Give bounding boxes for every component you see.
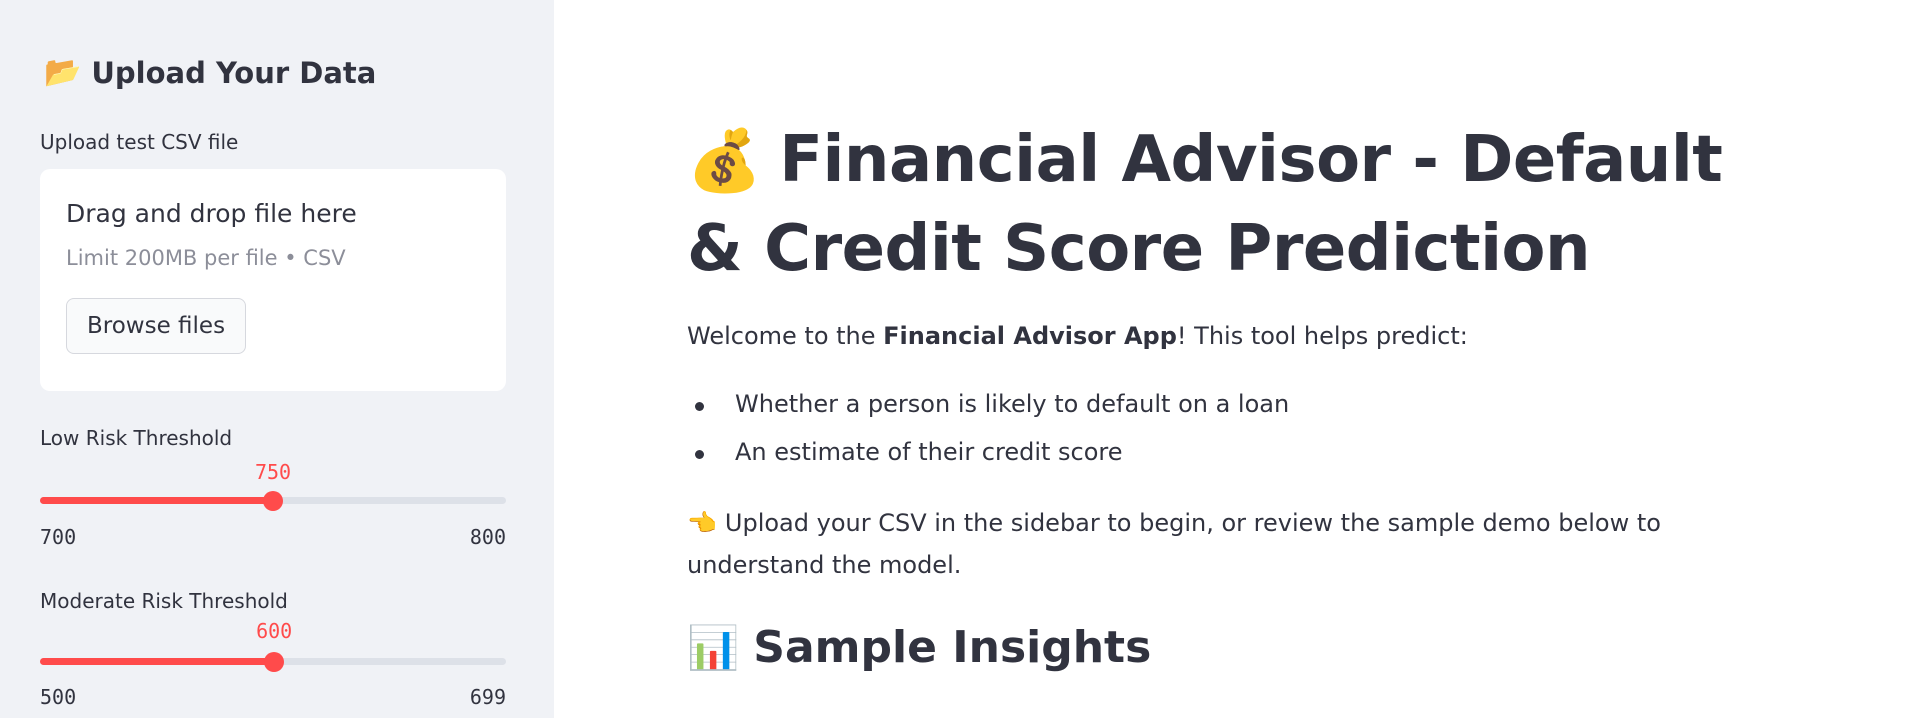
feature-list: Whether a person is likely to default on… — [687, 390, 1289, 486]
page-title-text: Financial Advisor - Default & Credit Sco… — [687, 123, 1723, 286]
list-item: An estimate of their credit score — [687, 438, 1289, 486]
sidebar: 📂 Upload Your Data Upload test CSV file … — [0, 0, 554, 718]
slider-thumb[interactable] — [263, 490, 283, 511]
bar-chart-icon: 📊 — [687, 622, 740, 672]
page-title: 💰 Financial Advisor - Default & Credit Sc… — [687, 116, 1787, 293]
slider-track[interactable] — [40, 651, 506, 672]
section-title: Sample Insights — [753, 622, 1152, 673]
section-header: 📊 Sample Insights — [687, 622, 1151, 673]
app-root: 📂 Upload Your Data Upload test CSV file … — [0, 0, 1918, 718]
slider-fill — [40, 497, 273, 504]
slider-value: 750 — [254, 460, 292, 484]
slider-max-label: 699 — [469, 685, 506, 709]
welcome-suffix: ! This tool helps predict: — [1176, 322, 1468, 350]
list-item: Whether a person is likely to default on… — [687, 390, 1289, 438]
sidebar-header: 📂 Upload Your Data — [44, 56, 376, 90]
welcome-text: Welcome to the Financial Advisor App! Th… — [687, 322, 1468, 350]
instruction-text: 👈 Upload your CSV in the sidebar to begin… — [687, 502, 1767, 586]
slider-fill — [40, 658, 275, 665]
slider-label: Low Risk Threshold — [40, 426, 233, 450]
page-title-block: 💰 Financial Advisor - Default & Credit Sc… — [687, 116, 1787, 293]
slider-min-label: 700 — [40, 525, 77, 549]
slider-label: Moderate Risk Threshold — [40, 589, 288, 613]
welcome-prefix: Welcome to the — [687, 322, 884, 350]
main-content — [554, 0, 1918, 718]
upload-label: Upload test CSV file — [40, 130, 239, 154]
slider-thumb[interactable] — [264, 651, 285, 672]
slider-min-label: 500 — [40, 685, 77, 709]
app-name: Financial Advisor App — [883, 322, 1177, 350]
money-bag-icon: 💰 — [687, 126, 762, 196]
moderate-risk-threshold-slider: Moderate Risk Threshold 600 500 699 — [40, 589, 506, 718]
dropzone-limit-text: Limit 200MB per file • CSV — [66, 246, 346, 270]
low-risk-threshold-slider: Low Risk Threshold 750 700 800 — [40, 426, 506, 556]
slider-value: 600 — [256, 619, 293, 643]
file-dropzone[interactable]: Drag and drop file here Limit 200MB per … — [40, 169, 506, 391]
sidebar-title: Upload Your Data — [91, 56, 377, 90]
slider-max-label: 800 — [469, 525, 506, 549]
slider-track[interactable] — [40, 490, 506, 511]
instruction-body: Upload your CSV in the sidebar to begin,… — [687, 509, 1661, 579]
pointing-hand-icon: 👈 — [687, 509, 717, 537]
browse-files-button[interactable]: Browse files — [66, 298, 247, 354]
dropzone-title: Drag and drop file here — [66, 199, 357, 228]
folder-icon: 📂 — [44, 55, 82, 90]
